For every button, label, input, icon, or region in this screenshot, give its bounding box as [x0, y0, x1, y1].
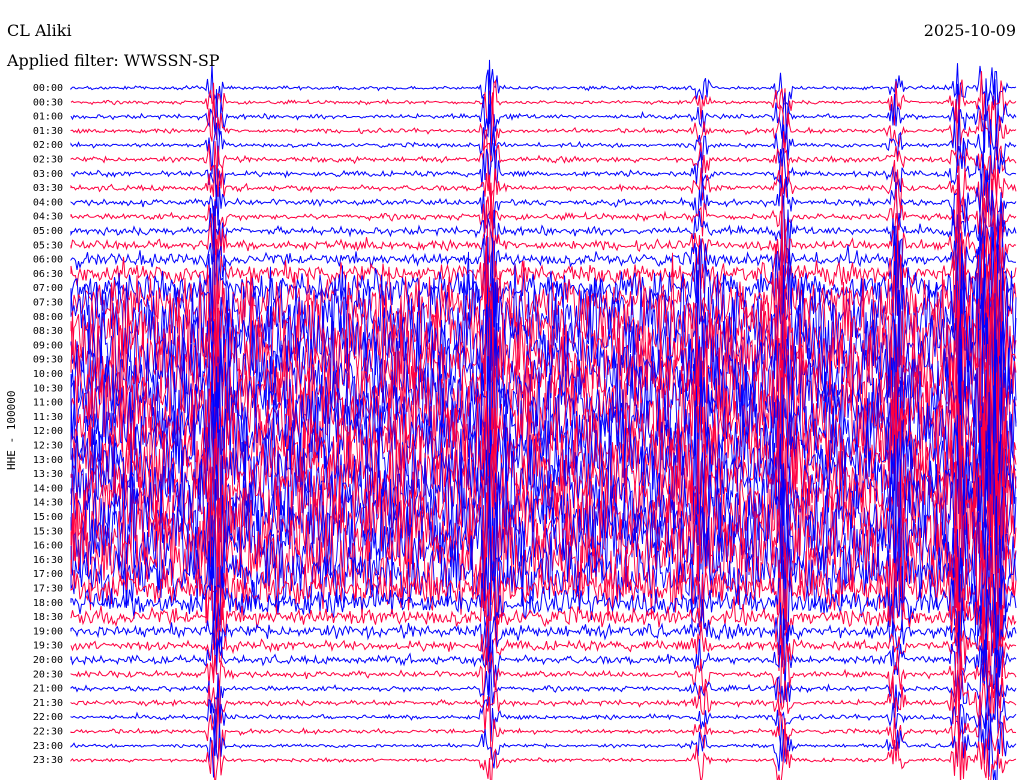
time-label: 14:30	[33, 498, 63, 509]
trace-lines	[70, 59, 1017, 780]
time-label: 01:00	[33, 112, 63, 123]
trace-line	[70, 129, 1017, 209]
time-label: 20:30	[33, 669, 63, 680]
time-label: 21:30	[33, 698, 63, 709]
time-label: 06:30	[33, 269, 63, 280]
time-label: 07:00	[33, 283, 63, 294]
time-label: 18:30	[33, 612, 63, 623]
time-label: 01:30	[33, 126, 63, 137]
time-labels: 00:00 00:30 01:00 01:30 02:00 02:30 03:00 03:30…	[33, 83, 63, 766]
time-label: 00:30	[33, 97, 63, 108]
time-label: 11:00	[33, 398, 63, 409]
time-label: 16:30	[33, 555, 63, 566]
time-label: 23:30	[33, 755, 63, 766]
date-label: 2025-10-09	[923, 21, 1016, 40]
time-label: 06:00	[33, 255, 63, 266]
station-name: CL Aliki	[7, 21, 72, 40]
helicorder-plot: 00:00 00:30 01:00 01:30 02:00 02:30 03:00 03:30…	[33, 59, 1017, 780]
time-label: 04:00	[33, 197, 63, 208]
time-label: 17:30	[33, 584, 63, 595]
time-label: 00:00	[33, 83, 63, 94]
time-label: 12:00	[33, 426, 63, 437]
time-label: 03:00	[33, 169, 63, 180]
time-label: 15:00	[33, 512, 63, 523]
time-label: 21:00	[33, 684, 63, 695]
time-label: 10:00	[33, 369, 63, 380]
time-label: 11:30	[33, 412, 63, 423]
time-label: 14:00	[33, 483, 63, 494]
time-label: 23:00	[33, 741, 63, 752]
time-label: 02:30	[33, 155, 63, 166]
time-label: 03:30	[33, 183, 63, 194]
time-label: 13:00	[33, 455, 63, 466]
time-label: 07:30	[33, 298, 63, 309]
time-label: 04:30	[33, 212, 63, 223]
time-label: 02:00	[33, 140, 63, 151]
filter-label: Applied filter: WWSSN-SP	[7, 51, 220, 70]
y-axis-label: HHE - 100000	[5, 390, 18, 470]
time-label: 22:00	[33, 712, 63, 723]
time-label: 08:00	[33, 312, 63, 323]
time-label: 18:00	[33, 598, 63, 609]
time-label: 20:00	[33, 655, 63, 666]
time-label: 16:00	[33, 541, 63, 552]
time-label: 15:30	[33, 526, 63, 537]
time-label: 13:30	[33, 469, 63, 480]
time-label: 19:30	[33, 641, 63, 652]
time-label: 19:00	[33, 626, 63, 637]
time-label: 10:30	[33, 383, 63, 394]
time-label: 09:30	[33, 355, 63, 366]
time-label: 05:00	[33, 226, 63, 237]
time-label: 17:00	[33, 569, 63, 580]
time-label: 08:30	[33, 326, 63, 337]
time-label: 05:30	[33, 240, 63, 251]
time-label: 12:30	[33, 441, 63, 452]
time-label: 09:00	[33, 340, 63, 351]
time-label: 22:30	[33, 727, 63, 738]
